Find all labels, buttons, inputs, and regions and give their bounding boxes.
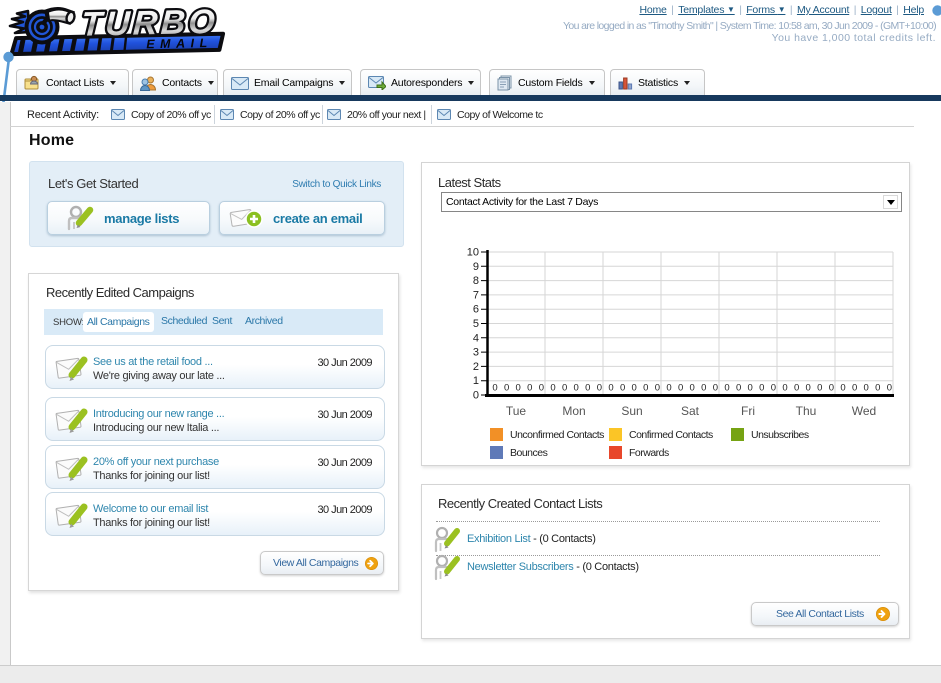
svg-text:0: 0: [666, 383, 671, 394]
svg-text:0: 0: [655, 383, 660, 394]
svg-text:0: 0: [574, 383, 579, 394]
svg-text:0: 0: [550, 383, 555, 394]
svg-text:Wed: Wed: [852, 404, 876, 418]
svg-text:TURBO: TURBO: [80, 3, 219, 44]
svg-text:Sun: Sun: [621, 404, 642, 418]
svg-text:0: 0: [840, 383, 845, 394]
svg-text:0: 0: [539, 383, 544, 394]
svg-text:Sat: Sat: [681, 404, 700, 418]
svg-text:0: 0: [562, 383, 567, 394]
svg-text:Mon: Mon: [562, 404, 585, 418]
svg-text:0: 0: [794, 383, 799, 394]
svg-text:0: 0: [701, 383, 706, 394]
svg-text:0: 0: [597, 383, 602, 394]
svg-text:0: 0: [632, 383, 637, 394]
svg-text:0: 0: [829, 383, 834, 394]
svg-text:0: 0: [736, 383, 741, 394]
svg-text:0: 0: [516, 383, 521, 394]
svg-text:0: 0: [771, 383, 776, 394]
svg-text:6: 6: [473, 304, 479, 316]
svg-text:0: 0: [608, 383, 613, 394]
svg-text:0: 0: [887, 383, 892, 394]
svg-text:1: 1: [473, 375, 479, 387]
svg-text:0: 0: [875, 383, 880, 394]
svg-text:0: 0: [620, 383, 625, 394]
svg-text:0: 0: [864, 383, 869, 394]
svg-text:8: 8: [473, 275, 479, 287]
svg-text:0: 0: [492, 383, 497, 394]
svg-text:4: 4: [473, 332, 479, 344]
svg-text:3: 3: [473, 347, 479, 359]
svg-text:0: 0: [473, 390, 479, 402]
svg-text:9: 9: [473, 261, 479, 273]
svg-text:10: 10: [467, 247, 479, 259]
svg-text:0: 0: [782, 383, 787, 394]
svg-text:0: 0: [852, 383, 857, 394]
svg-text:0: 0: [527, 383, 532, 394]
svg-text:0: 0: [724, 383, 729, 394]
svg-text:0: 0: [643, 383, 648, 394]
svg-text:0: 0: [504, 383, 509, 394]
svg-text:0: 0: [713, 383, 718, 394]
svg-text:0: 0: [817, 383, 822, 394]
svg-text:0: 0: [806, 383, 811, 394]
svg-text:7: 7: [473, 289, 479, 301]
svg-text:Fri: Fri: [741, 404, 755, 418]
svg-text:0: 0: [759, 383, 764, 394]
svg-text:0: 0: [678, 383, 683, 394]
svg-text:Tue: Tue: [506, 404, 527, 418]
svg-text:5: 5: [473, 318, 479, 330]
svg-text:0: 0: [585, 383, 590, 394]
svg-text:Thu: Thu: [796, 404, 817, 418]
svg-text:0: 0: [690, 383, 695, 394]
svg-text:2: 2: [473, 361, 479, 373]
svg-text:0: 0: [748, 383, 753, 394]
